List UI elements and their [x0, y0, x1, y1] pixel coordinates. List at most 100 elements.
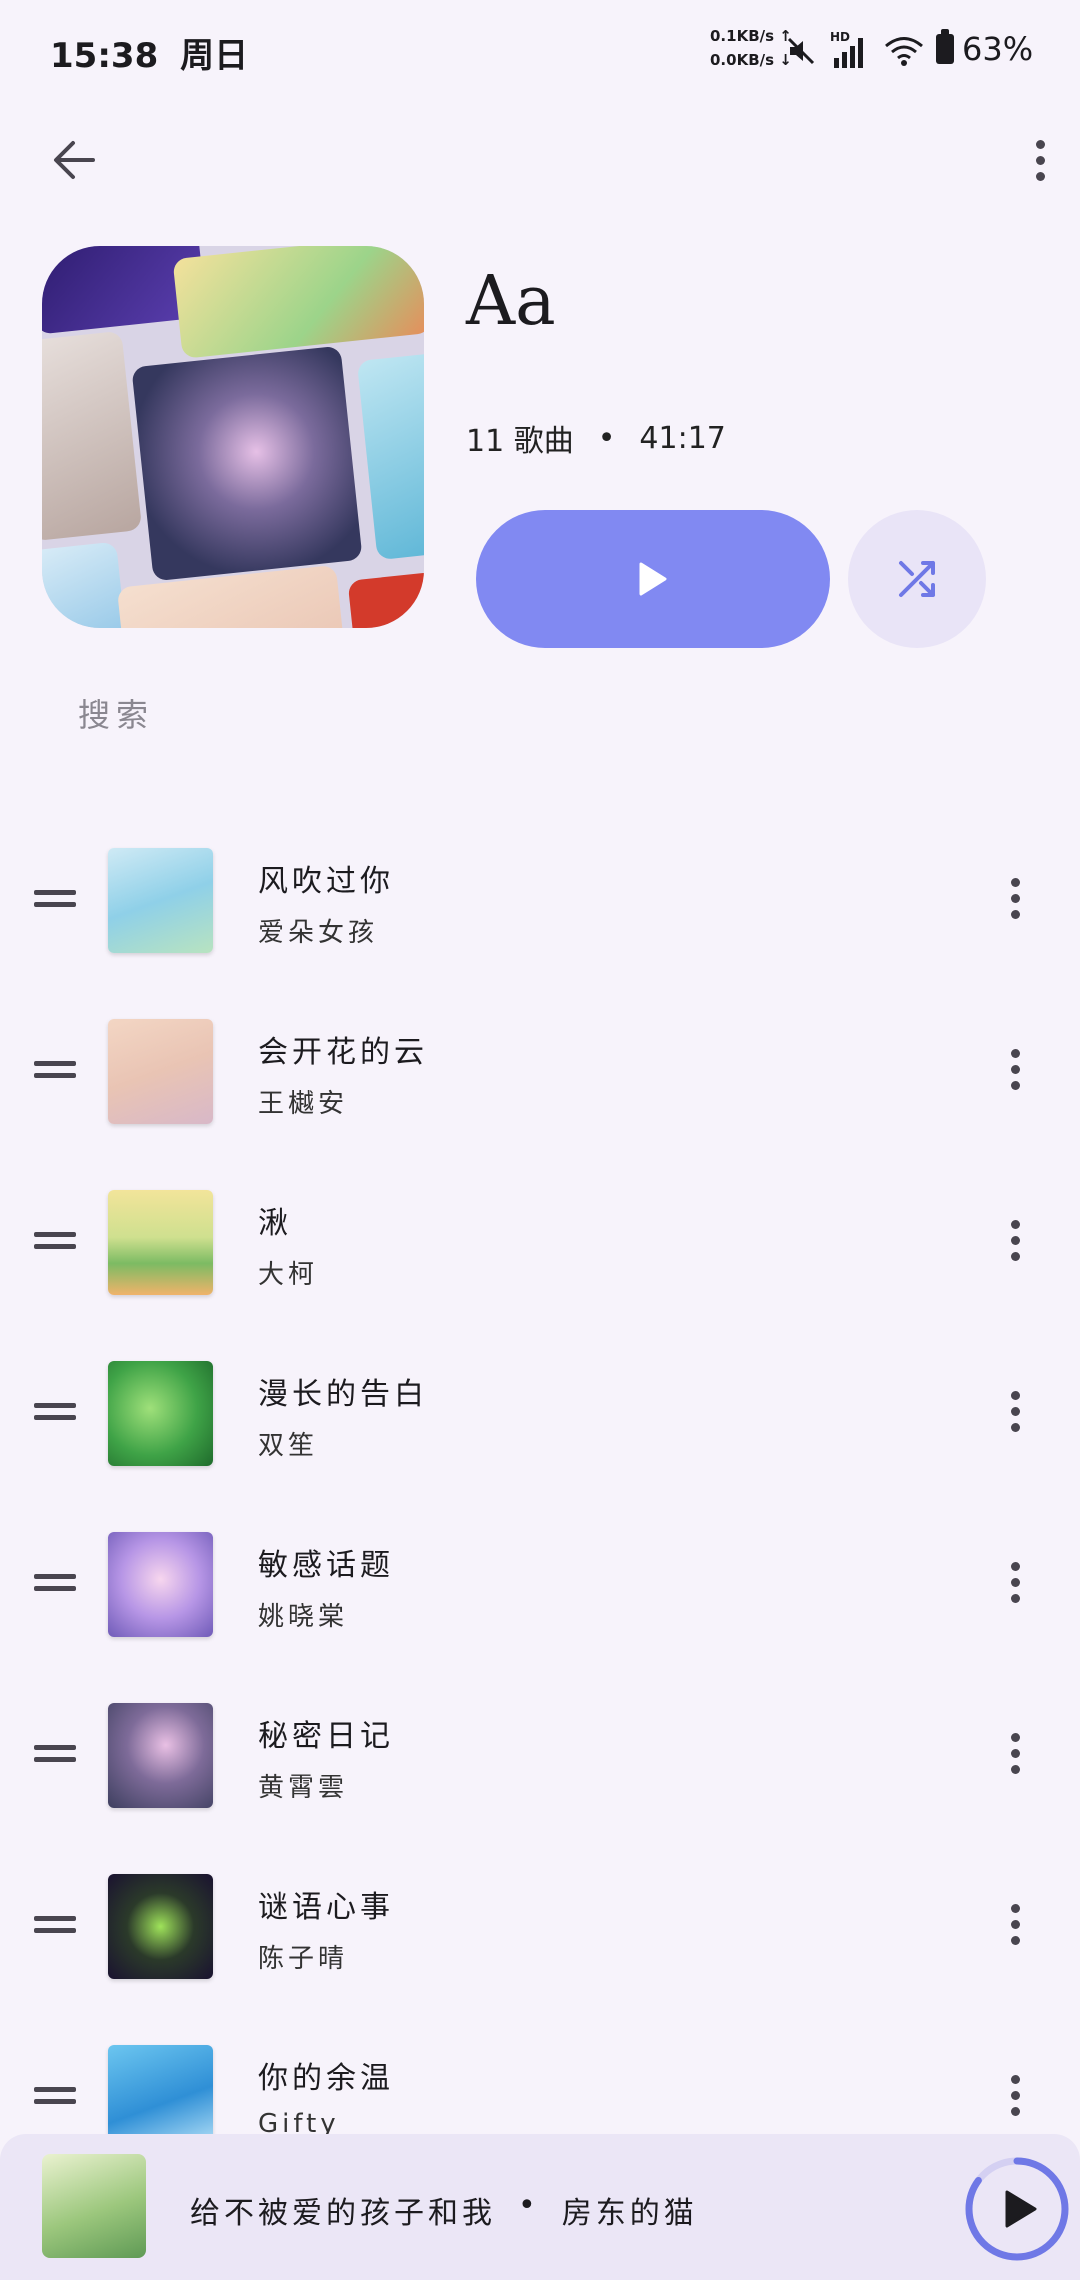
dot — [1010, 1561, 1020, 1571]
shuffle-button[interactable] — [848, 510, 986, 648]
battery-icon — [936, 29, 954, 64]
song-artist: 陈子晴 — [258, 1944, 349, 1974]
song-cover — [108, 1874, 213, 1979]
dot — [1010, 1422, 1020, 1432]
song-row[interactable]: 敏感话题 姚晓棠 — [0, 1496, 1080, 1667]
song-row[interactable]: 秘密日记 黄霄雲 — [0, 1667, 1080, 1838]
song-cover — [108, 1703, 213, 1808]
playlist-title: Aa — [466, 262, 556, 341]
collage-tile — [172, 246, 424, 359]
drag-handle-icon[interactable] — [34, 890, 76, 910]
status-bar: 15:38 周日 0.1KB/s ↑ 0.0KB/s ↓ HD 63% — [0, 0, 1080, 100]
download-speed: 0.0KB/s ↓ — [710, 51, 792, 69]
now-playing-separator: • — [518, 2188, 540, 2223]
dot — [1010, 1903, 1020, 1913]
dot — [1035, 155, 1045, 165]
song-artist: 姚晓棠 — [258, 1602, 349, 1632]
song-more-button[interactable] — [1000, 1894, 1030, 1954]
collage-tile — [42, 330, 143, 542]
song-more-button[interactable] — [1000, 1039, 1030, 1099]
arrow-left-icon — [54, 141, 95, 179]
song-row[interactable]: 会开花的云 王樾安 — [0, 983, 1080, 1154]
now-playing-artist: 房东的猫 — [561, 2196, 698, 2231]
playlist-meta: 11 歌曲 • 41:17 — [466, 416, 726, 460]
song-cover — [108, 1532, 213, 1637]
mini-play-button[interactable] — [962, 2154, 1072, 2264]
battery-level: 63% — [962, 30, 1034, 68]
song-artist: 大柯 — [258, 1260, 319, 1290]
song-more-button[interactable] — [1000, 868, 1030, 928]
status-icons: HD — [786, 28, 924, 74]
song-title: 谜语心事 — [258, 1890, 394, 1925]
song-list: 风吹过你 爱朵女孩 会开花的云 王樾安 湫 大柯 漫长的告白 双笙 敏感话题 姚… — [0, 812, 1080, 2180]
play-all-button[interactable] — [476, 510, 830, 648]
dot — [1010, 2074, 1020, 2084]
song-more-button[interactable] — [1000, 1381, 1030, 1441]
status-time: 15:38 周日 — [50, 28, 248, 77]
play-icon — [1005, 2190, 1037, 2228]
song-row[interactable]: 漫长的告白 双笙 — [0, 1325, 1080, 1496]
song-row[interactable]: 风吹过你 爱朵女孩 — [0, 812, 1080, 983]
total-duration: 41:17 — [639, 420, 726, 456]
drag-handle-icon[interactable] — [34, 1745, 76, 1765]
clock: 15:38 — [50, 36, 159, 76]
dot — [1010, 1219, 1020, 1229]
playlist-cover-collage — [42, 246, 424, 628]
collage-tile — [131, 345, 363, 582]
song-count: 11 歌曲 — [466, 424, 574, 459]
mini-player[interactable]: 给不被爱的孩子和我 • 房东的猫 — [0, 2134, 1080, 2280]
meta-separator: • — [597, 420, 616, 456]
drag-handle-icon[interactable] — [34, 1061, 76, 1081]
song-more-button[interactable] — [1000, 2065, 1030, 2125]
song-more-button[interactable] — [1000, 1723, 1030, 1783]
song-title: 风吹过你 — [258, 864, 394, 899]
dot — [1010, 1919, 1020, 1929]
dot — [1010, 1064, 1020, 1074]
song-title: 你的余温 — [258, 2061, 394, 2096]
progress-ring — [965, 2157, 1069, 2261]
dot — [1010, 1390, 1020, 1400]
signal-icon: HD — [830, 30, 870, 68]
song-more-button[interactable] — [1000, 1552, 1030, 1612]
drag-handle-icon[interactable] — [34, 2087, 76, 2107]
network-speed: 0.1KB/s ↑ 0.0KB/s ↓ — [710, 24, 792, 72]
song-row[interactable]: 湫 大柯 — [0, 1154, 1080, 1325]
drag-handle-icon[interactable] — [34, 1232, 76, 1252]
drag-handle-icon[interactable] — [34, 1916, 76, 1936]
now-playing-info: 给不被爱的孩子和我 • 房东的猫 — [190, 2188, 698, 2232]
dot — [1010, 2090, 1020, 2100]
shuffle-icon — [899, 561, 935, 597]
song-title: 敏感话题 — [258, 1548, 394, 1583]
song-row[interactable]: 谜语心事 陈子晴 — [0, 1838, 1080, 2009]
song-cover — [108, 1190, 213, 1295]
more-options-button[interactable] — [1010, 130, 1070, 190]
dot — [1010, 1048, 1020, 1058]
dot — [1010, 1748, 1020, 1758]
collage-tile — [116, 564, 348, 628]
collage-tile — [347, 571, 424, 628]
dot — [1010, 1235, 1020, 1245]
song-artist: 双笙 — [258, 1431, 319, 1461]
upload-speed: 0.1KB/s ↑ — [710, 27, 792, 45]
back-button[interactable] — [44, 130, 104, 190]
song-title: 秘密日记 — [258, 1719, 394, 1754]
song-cover — [108, 848, 213, 953]
song-title: 漫长的告白 — [258, 1377, 428, 1412]
weekday: 周日 — [180, 36, 249, 76]
song-cover — [108, 1361, 213, 1466]
mute-icon — [787, 37, 815, 65]
song-artist: 爱朵女孩 — [258, 918, 379, 948]
drag-handle-icon[interactable] — [34, 1403, 76, 1423]
song-cover — [108, 1019, 213, 1124]
song-more-button[interactable] — [1000, 1210, 1030, 1270]
dot — [1010, 1406, 1020, 1416]
dot — [1010, 893, 1020, 903]
song-artist: 王樾安 — [258, 1089, 349, 1119]
search-field[interactable]: 搜索 — [78, 690, 154, 736]
song-title: 会开花的云 — [258, 1035, 428, 1070]
dot — [1010, 1251, 1020, 1261]
dot — [1010, 909, 1020, 919]
collage-tile — [42, 541, 128, 628]
song-title: 湫 — [258, 1206, 292, 1241]
drag-handle-icon[interactable] — [34, 1574, 76, 1594]
